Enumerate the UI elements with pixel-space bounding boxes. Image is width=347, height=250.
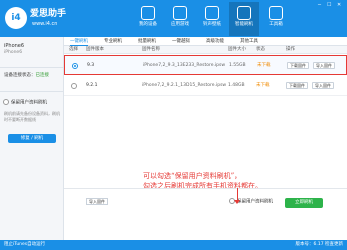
divider: [0, 91, 64, 92]
flash-now-button[interactable]: 立即刷机: [285, 198, 323, 208]
download-firmware-button[interactable]: 下载固件: [286, 82, 308, 89]
tab-jailbreak[interactable]: 一键越狱: [172, 37, 190, 46]
app-url: www.i4.cn: [32, 21, 58, 27]
app-brand: 爱思助手: [30, 9, 67, 19]
device-model: iPhone6: [4, 50, 23, 55]
nav-toolbox[interactable]: 工具箱: [261, 2, 291, 36]
flash-box-icon: [237, 6, 251, 20]
apps-icon: [173, 6, 187, 20]
table-header: 选择 固件版本 固件名称 固件大小 状态 操作: [64, 46, 347, 54]
maximize-button[interactable]: ☐: [327, 2, 331, 8]
radio-icon[interactable]: [3, 99, 9, 105]
import-firmware-bottom-button[interactable]: 导入固件: [86, 198, 108, 205]
tab-batch-flash[interactable]: 批量刷机: [138, 37, 156, 46]
connect-status: 设备连接状态：已连接: [4, 73, 50, 78]
row-select-radio[interactable]: [71, 83, 77, 89]
tab-one-click-flash[interactable]: 一键刷机: [70, 37, 88, 46]
block-itunes-toggle[interactable]: 阻止iTunes自动运行: [4, 240, 45, 250]
sidebar-keep-data-option[interactable]: 保留用户资料刷机: [3, 99, 47, 107]
tab-pro-flash[interactable]: 专业刷机: [104, 37, 122, 46]
import-firmware-button[interactable]: 导入固件: [312, 82, 334, 89]
nav-apps[interactable]: 应用游戏: [165, 2, 195, 36]
row-select-radio[interactable]: [72, 63, 78, 69]
annotation-arrow-head-icon: [234, 200, 240, 204]
phone-icon: [141, 6, 155, 20]
version-info: 版本号：6.17 检查更新: [295, 242, 343, 247]
repair-button[interactable]: 修复 / 刷机: [8, 134, 56, 143]
download-firmware-button[interactable]: 下载固件: [287, 62, 309, 69]
nav-flash[interactable]: 智能刷机: [229, 2, 259, 36]
music-icon: [205, 6, 219, 20]
nav-ringtones[interactable]: 铃声壁纸: [197, 2, 227, 36]
status-bar: 阻止iTunes自动运行 版本号：6.17 检查更新: [0, 240, 347, 250]
sidebar: iPhone6 iPhone6 设备连接状态：已连接 保留用户资料刷机 刷机前请…: [0, 37, 64, 240]
bottom-action-bar: 导入固件 保留用户资料刷机 立即刷机: [64, 188, 347, 212]
tab-advanced[interactable]: 高级功能: [206, 37, 224, 46]
app-logo-icon: i4: [5, 7, 27, 29]
close-button[interactable]: ✕: [337, 2, 341, 8]
divider: [0, 67, 64, 68]
status-badge: 未下载: [256, 83, 270, 88]
sidebar-description: 刷机前请先备份设备资料，刷机时不要断开数据线: [4, 111, 60, 122]
table-row[interactable]: 9.3 iPhone7,2_9.3_13E233_Restore.ipsw 1.…: [64, 55, 347, 75]
app-header: i4 爱思助手 www.i4.cn 我的设备 应用游戏 铃声壁纸 智能刷机 工具…: [0, 0, 347, 37]
toolbox-icon: [269, 6, 283, 20]
import-firmware-button[interactable]: 导入固件: [313, 62, 335, 69]
device-name: iPhone6: [4, 43, 25, 49]
nav-my-device[interactable]: 我的设备: [133, 2, 163, 36]
status-badge: 未下载: [257, 63, 271, 68]
tab-other-tools[interactable]: 其他工具: [240, 37, 258, 46]
table-row[interactable]: 9.2.1 iPhone7,2_9.2.1_13D15_Restore.ipsw…: [64, 76, 347, 96]
tab-bar: 一键刷机 专业刷机 批量刷机 一键越狱 高级功能 其他工具: [64, 37, 347, 46]
minimize-button[interactable]: ─: [318, 2, 321, 8]
connect-status-value: 已连接: [35, 73, 50, 78]
